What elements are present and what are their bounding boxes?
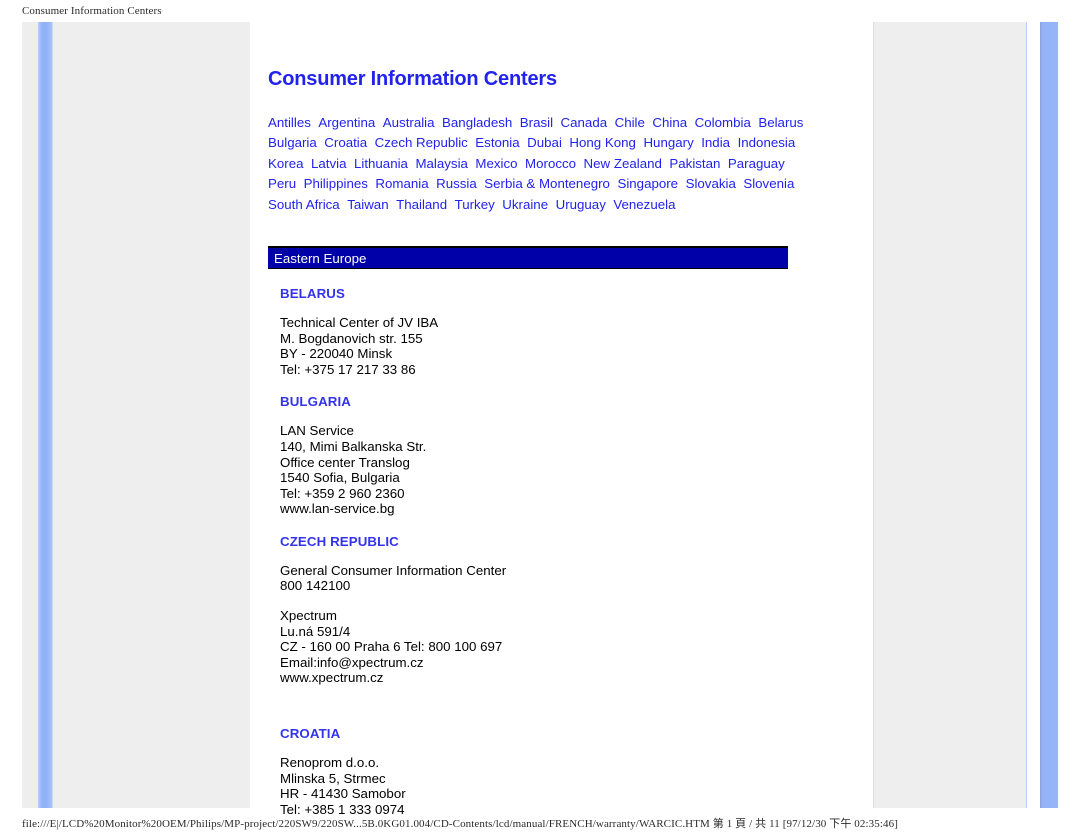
address-line: M. Bogdanovich str. 155 <box>280 330 423 346</box>
country-entry-croatia: CROATIA Renoprom d.o.o. Mlinska 5, Strme… <box>268 726 868 817</box>
country-link-slovenia[interactable]: Slovenia <box>743 174 794 194</box>
country-link-pakistan[interactable]: Pakistan <box>669 154 720 174</box>
country-link-uruguay[interactable]: Uruguay <box>556 195 606 215</box>
left-decorative-rail <box>22 22 250 808</box>
address-block: Renoprom d.o.o. Mlinska 5, Strmec HR - 4… <box>268 742 868 817</box>
address-line: Renoprom d.o.o. <box>280 755 380 771</box>
country-link-hungary[interactable]: Hungary <box>643 133 693 153</box>
country-heading-bulgaria: BULGARIA <box>280 394 351 410</box>
country-link-belarus[interactable]: Belarus <box>758 113 803 133</box>
country-link-south-africa[interactable]: South Africa <box>268 195 340 215</box>
country-link-ukraine[interactable]: Ukraine <box>502 195 548 215</box>
country-link-row: Peru Philippines Romania Russia Serbia & Mon… <box>268 174 865 194</box>
address-line: General Consumer Information Center <box>280 562 507 578</box>
country-link-romania[interactable]: Romania <box>375 174 428 194</box>
country-link-korea[interactable]: Korea <box>268 154 303 174</box>
address-line: BY - 220040 Minsk <box>280 346 393 362</box>
country-link-latvia[interactable]: Latvia <box>311 154 346 174</box>
country-link-mexico[interactable]: Mexico <box>475 154 517 174</box>
document-canvas: Consumer Information Centers Antilles Arg… <box>250 22 873 817</box>
country-link-lithuania[interactable]: Lithuania <box>354 154 408 174</box>
address-line-email: Email:info@xpectrum.cz <box>280 654 424 670</box>
country-link-russia[interactable]: Russia <box>436 174 477 194</box>
page-title: Consumer Information Centers <box>268 68 557 90</box>
country-entry-czech-republic: CZECH REPUBLIC General Consumer Informat… <box>268 534 868 686</box>
country-link-row: Bulgaria Croatia Czech Republic Estonia Duba… <box>268 133 865 153</box>
country-link-philippines[interactable]: Philippines <box>304 174 368 194</box>
country-link-malaysia[interactable]: Malaysia <box>415 154 467 174</box>
region-banner-label: Eastern Europe <box>274 250 367 266</box>
country-link-singapore[interactable]: Singapore <box>617 174 678 194</box>
address-block: General Consumer Information Center 800 … <box>268 550 868 594</box>
address-line: 140, Mimi Balkanska Str. <box>280 438 427 454</box>
address-line: LAN Service <box>280 423 354 439</box>
address-line: Mlinska 5, Strmec <box>280 770 386 786</box>
country-link-estonia[interactable]: Estonia <box>475 133 519 153</box>
country-link-czech-republic[interactable]: Czech Republic <box>375 133 468 153</box>
country-link-paraguay[interactable]: Paraguay <box>728 154 785 174</box>
printed-page: Consumer Information Centers Antilles Arg… <box>22 22 1058 817</box>
country-link-india[interactable]: India <box>701 133 730 153</box>
left-accent-stripe <box>38 22 52 808</box>
address-line: CZ - 160 00 Praha 6 Tel: 800 100 697 <box>280 639 503 655</box>
country-link-serbia-montenegro[interactable]: Serbia & Montenegro <box>484 174 610 194</box>
country-entry-belarus: BELARUS Technical Center of JV IBA M. Bo… <box>268 286 868 377</box>
country-entry-bulgaria: BULGARIA LAN Service 140, Mimi Balkanska… <box>268 394 868 517</box>
country-link-bulgaria[interactable]: Bulgaria <box>268 133 317 153</box>
country-link-taiwan[interactable]: Taiwan <box>347 195 388 215</box>
address-line-website: www.lan-service.bg <box>280 501 395 517</box>
country-link-china[interactable]: China <box>652 113 687 133</box>
country-link-venezuela[interactable]: Venezuela <box>613 195 675 215</box>
address-block: Xpectrum Lu.ná 591/4 CZ - 160 00 Praha 6… <box>268 594 868 686</box>
region-banner: Eastern Europe <box>268 245 788 269</box>
country-link-indonesia[interactable]: Indonesia <box>738 133 796 153</box>
document-content: Consumer Information Centers Antilles Arg… <box>268 22 868 817</box>
country-link-row: Korea Latvia Lithuania Malaysia Mexico Morocc… <box>268 154 865 174</box>
address-line: Technical Center of JV IBA <box>280 314 439 330</box>
right-accent-stripe <box>1040 22 1058 808</box>
country-link-row: South Africa Taiwan Thailand Turkey Ukraine U… <box>268 195 865 215</box>
country-link-morocco[interactable]: Morocco <box>525 154 576 174</box>
country-heading-belarus: BELARUS <box>280 285 345 301</box>
country-link-turkey[interactable]: Turkey <box>455 195 495 215</box>
country-link-row: Antilles Argentina Australia Bangladesh Bras… <box>268 113 865 133</box>
address-line: 1540 Sofia, Bulgaria <box>280 470 400 486</box>
country-link-peru[interactable]: Peru <box>268 174 296 194</box>
country-link-dubai[interactable]: Dubai <box>527 133 562 153</box>
address-line: HR - 41430 Samobor <box>280 786 406 802</box>
country-link-chile[interactable]: Chile <box>615 113 645 133</box>
right-decorative-rail <box>873 22 1026 808</box>
country-link-canada[interactable]: Canada <box>561 113 608 133</box>
address-line: Office center Translog <box>280 454 410 470</box>
address-line: 800 142100 <box>280 578 351 594</box>
address-line: Xpectrum <box>280 608 337 624</box>
address-line-website: www.xpectrum.cz <box>280 670 384 686</box>
country-link-slovakia[interactable]: Slovakia <box>686 174 736 194</box>
country-link-colombia[interactable]: Colombia <box>695 113 751 133</box>
country-link-antilles[interactable]: Antilles <box>268 113 311 133</box>
country-link-croatia[interactable]: Croatia <box>324 133 367 153</box>
address-block: LAN Service 140, Mimi Balkanska Str. Off… <box>268 410 868 517</box>
right-rail-edge-line <box>873 22 874 808</box>
left-accent-edge-line <box>52 22 53 808</box>
address-line: Tel: +359 2 960 2360 <box>280 485 405 501</box>
country-heading-croatia: CROATIA <box>280 726 341 742</box>
address-line: Lu.ná 591/4 <box>280 623 351 639</box>
print-preview-header: Consumer Information Centers <box>22 5 162 17</box>
country-link-australia[interactable]: Australia <box>383 113 435 133</box>
country-link-bangladesh[interactable]: Bangladesh <box>442 113 512 133</box>
print-preview-footer: file:///E|/LCD%20Monitor%20OEM/Philips/M… <box>22 818 898 830</box>
country-heading-czech-republic: CZECH REPUBLIC <box>280 533 399 549</box>
address-block: Technical Center of JV IBA M. Bogdanovic… <box>268 302 868 377</box>
country-link-new-zealand[interactable]: New Zealand <box>584 154 662 174</box>
right-hairline <box>1026 22 1027 808</box>
country-link-hong-kong[interactable]: Hong Kong <box>569 133 636 153</box>
country-link-thailand[interactable]: Thailand <box>396 195 447 215</box>
country-link-list: Antilles Argentina Australia Bangladesh Bras… <box>268 91 865 215</box>
country-link-brasil[interactable]: Brasil <box>520 113 553 133</box>
country-link-argentina[interactable]: Argentina <box>318 113 375 133</box>
address-line: Tel: +375 17 217 33 86 <box>280 361 416 377</box>
